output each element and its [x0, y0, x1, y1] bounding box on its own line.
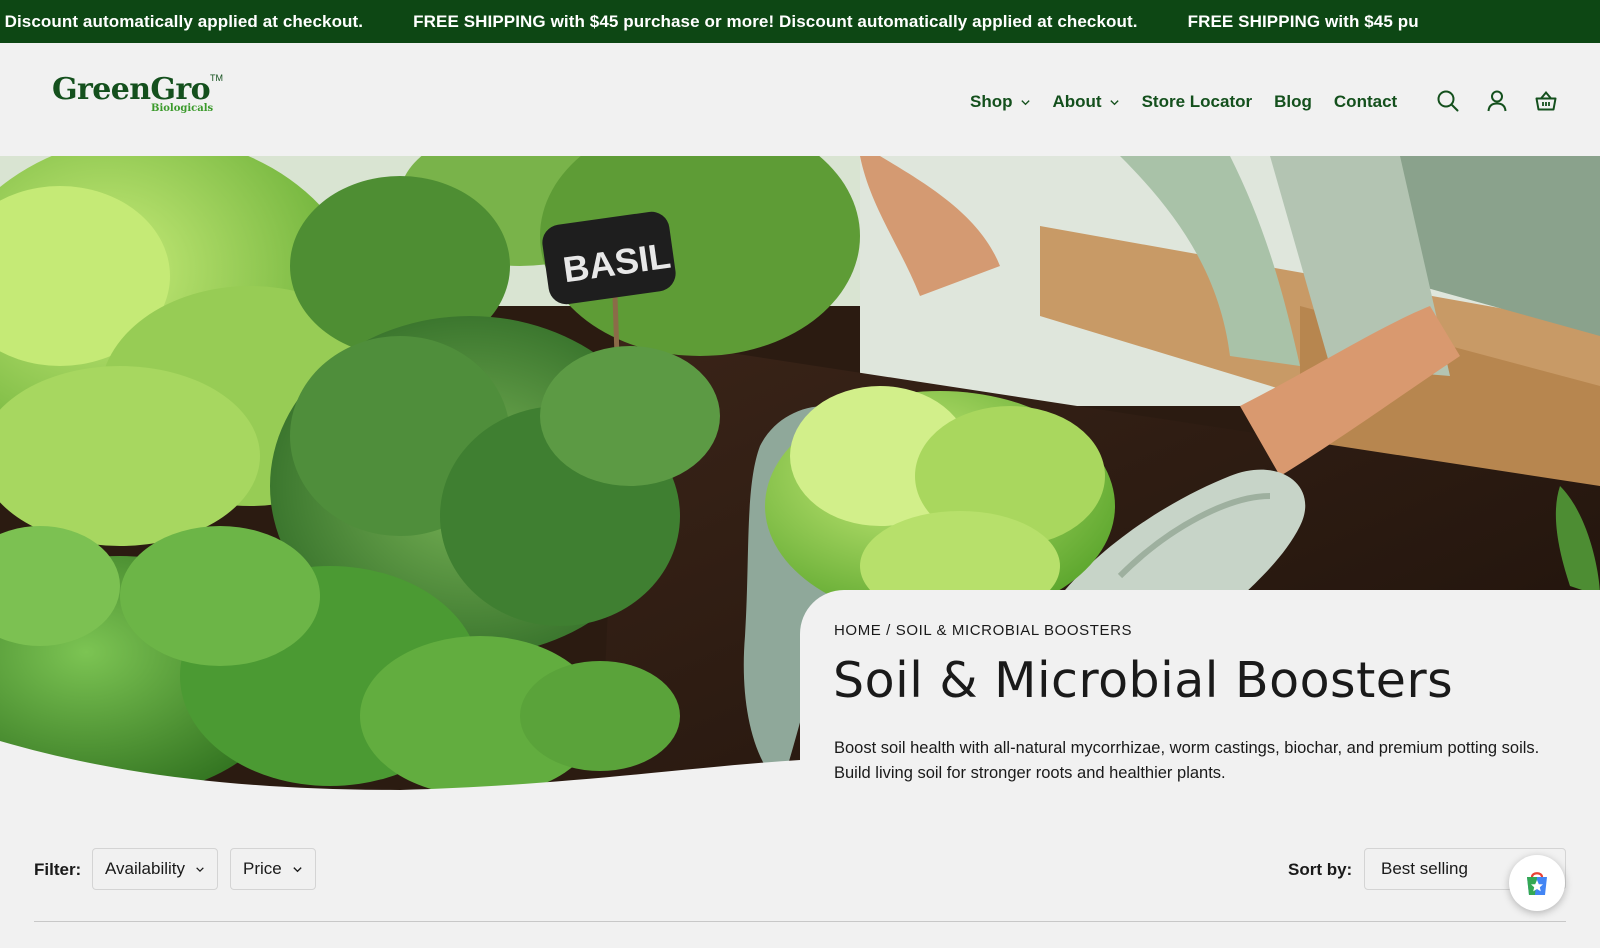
breadcrumb: HOME / SOIL & MICROBIAL BOOSTERS [834, 622, 1132, 639]
site-header: GreenGroTM Biologicals Shop About Store … [0, 43, 1600, 156]
breadcrumb-current: SOIL & MICROBIAL BOOSTERS [895, 622, 1133, 639]
filter-label: Filter: [34, 860, 82, 879]
nav-blog-label: Blog [1274, 92, 1312, 111]
announcement-track: ! Discount automatically applied at chec… [0, 0, 1469, 43]
nav-store-locator[interactable]: Store Locator [1142, 92, 1253, 112]
trademark: TM [210, 73, 224, 83]
search-button[interactable] [1432, 85, 1464, 117]
nav-blog[interactable]: Blog [1274, 92, 1312, 112]
nav-shop[interactable]: Shop [970, 92, 1031, 112]
chevron-down-icon [196, 866, 204, 872]
basket-icon [1535, 90, 1557, 111]
collection-header-card: HOME / SOIL & MICROBIAL BOOSTERS Soil & … [800, 590, 1600, 805]
chevron-down-icon [1020, 99, 1030, 105]
brand-tagline: Biologicals [151, 103, 214, 114]
nav-contact[interactable]: Contact [1334, 92, 1397, 112]
page-title: Soil & Microbial Boosters [833, 652, 1454, 709]
account-button[interactable] [1481, 85, 1513, 117]
sort-select-value: Best selling [1381, 859, 1468, 878]
collection-description: Boost soil health with all-natural mycor… [834, 736, 1574, 786]
nav-store-locator-label: Store Locator [1141, 92, 1253, 111]
chevron-down-icon [1109, 99, 1119, 105]
nav-about[interactable]: About [1053, 92, 1120, 112]
shopping-bag-star-icon [1527, 872, 1547, 895]
sort-label: Sort by: [1288, 860, 1353, 879]
user-icon [1487, 90, 1507, 112]
cart-button[interactable] [1530, 85, 1562, 117]
filter-divider [34, 921, 1566, 922]
nav-about-label: About [1052, 92, 1102, 111]
announcement-message: FREE SHIPPING with $45 purchase or more!… [413, 11, 1138, 31]
announcement-message: ! Discount automatically applied at chec… [0, 11, 364, 31]
main-nav: Shop About Store Locator Blog Contact [970, 90, 1419, 114]
brand-logo[interactable]: GreenGroTM Biologicals [52, 72, 224, 123]
nav-contact-label: Contact [1333, 92, 1398, 111]
header-icons [1432, 85, 1579, 117]
brand-name: GreenGro [52, 72, 211, 107]
breadcrumb-separator: / [881, 622, 896, 639]
breadcrumb-home-link[interactable]: HOME [834, 622, 881, 639]
filter-bar: Filter: Availability Price Sort by: Best… [34, 848, 1566, 892]
announcement-bar: ! Discount automatically applied at chec… [0, 0, 1600, 43]
availability-filter[interactable]: Availability [92, 848, 218, 890]
nav-shop-label: Shop [970, 92, 1013, 111]
availability-filter-label: Availability [105, 859, 186, 878]
price-filter[interactable]: Price [230, 848, 316, 890]
announcement-message: FREE SHIPPING with $45 pu [1187, 11, 1419, 31]
search-icon [1437, 90, 1459, 112]
price-filter-label: Price [243, 859, 282, 878]
description-line: Boost soil health with all-natural mycor… [834, 739, 1540, 757]
description-line: Build living soil for stronger roots and… [834, 764, 1226, 782]
chevron-down-icon [293, 866, 302, 872]
shop-app-button[interactable] [1509, 855, 1565, 911]
